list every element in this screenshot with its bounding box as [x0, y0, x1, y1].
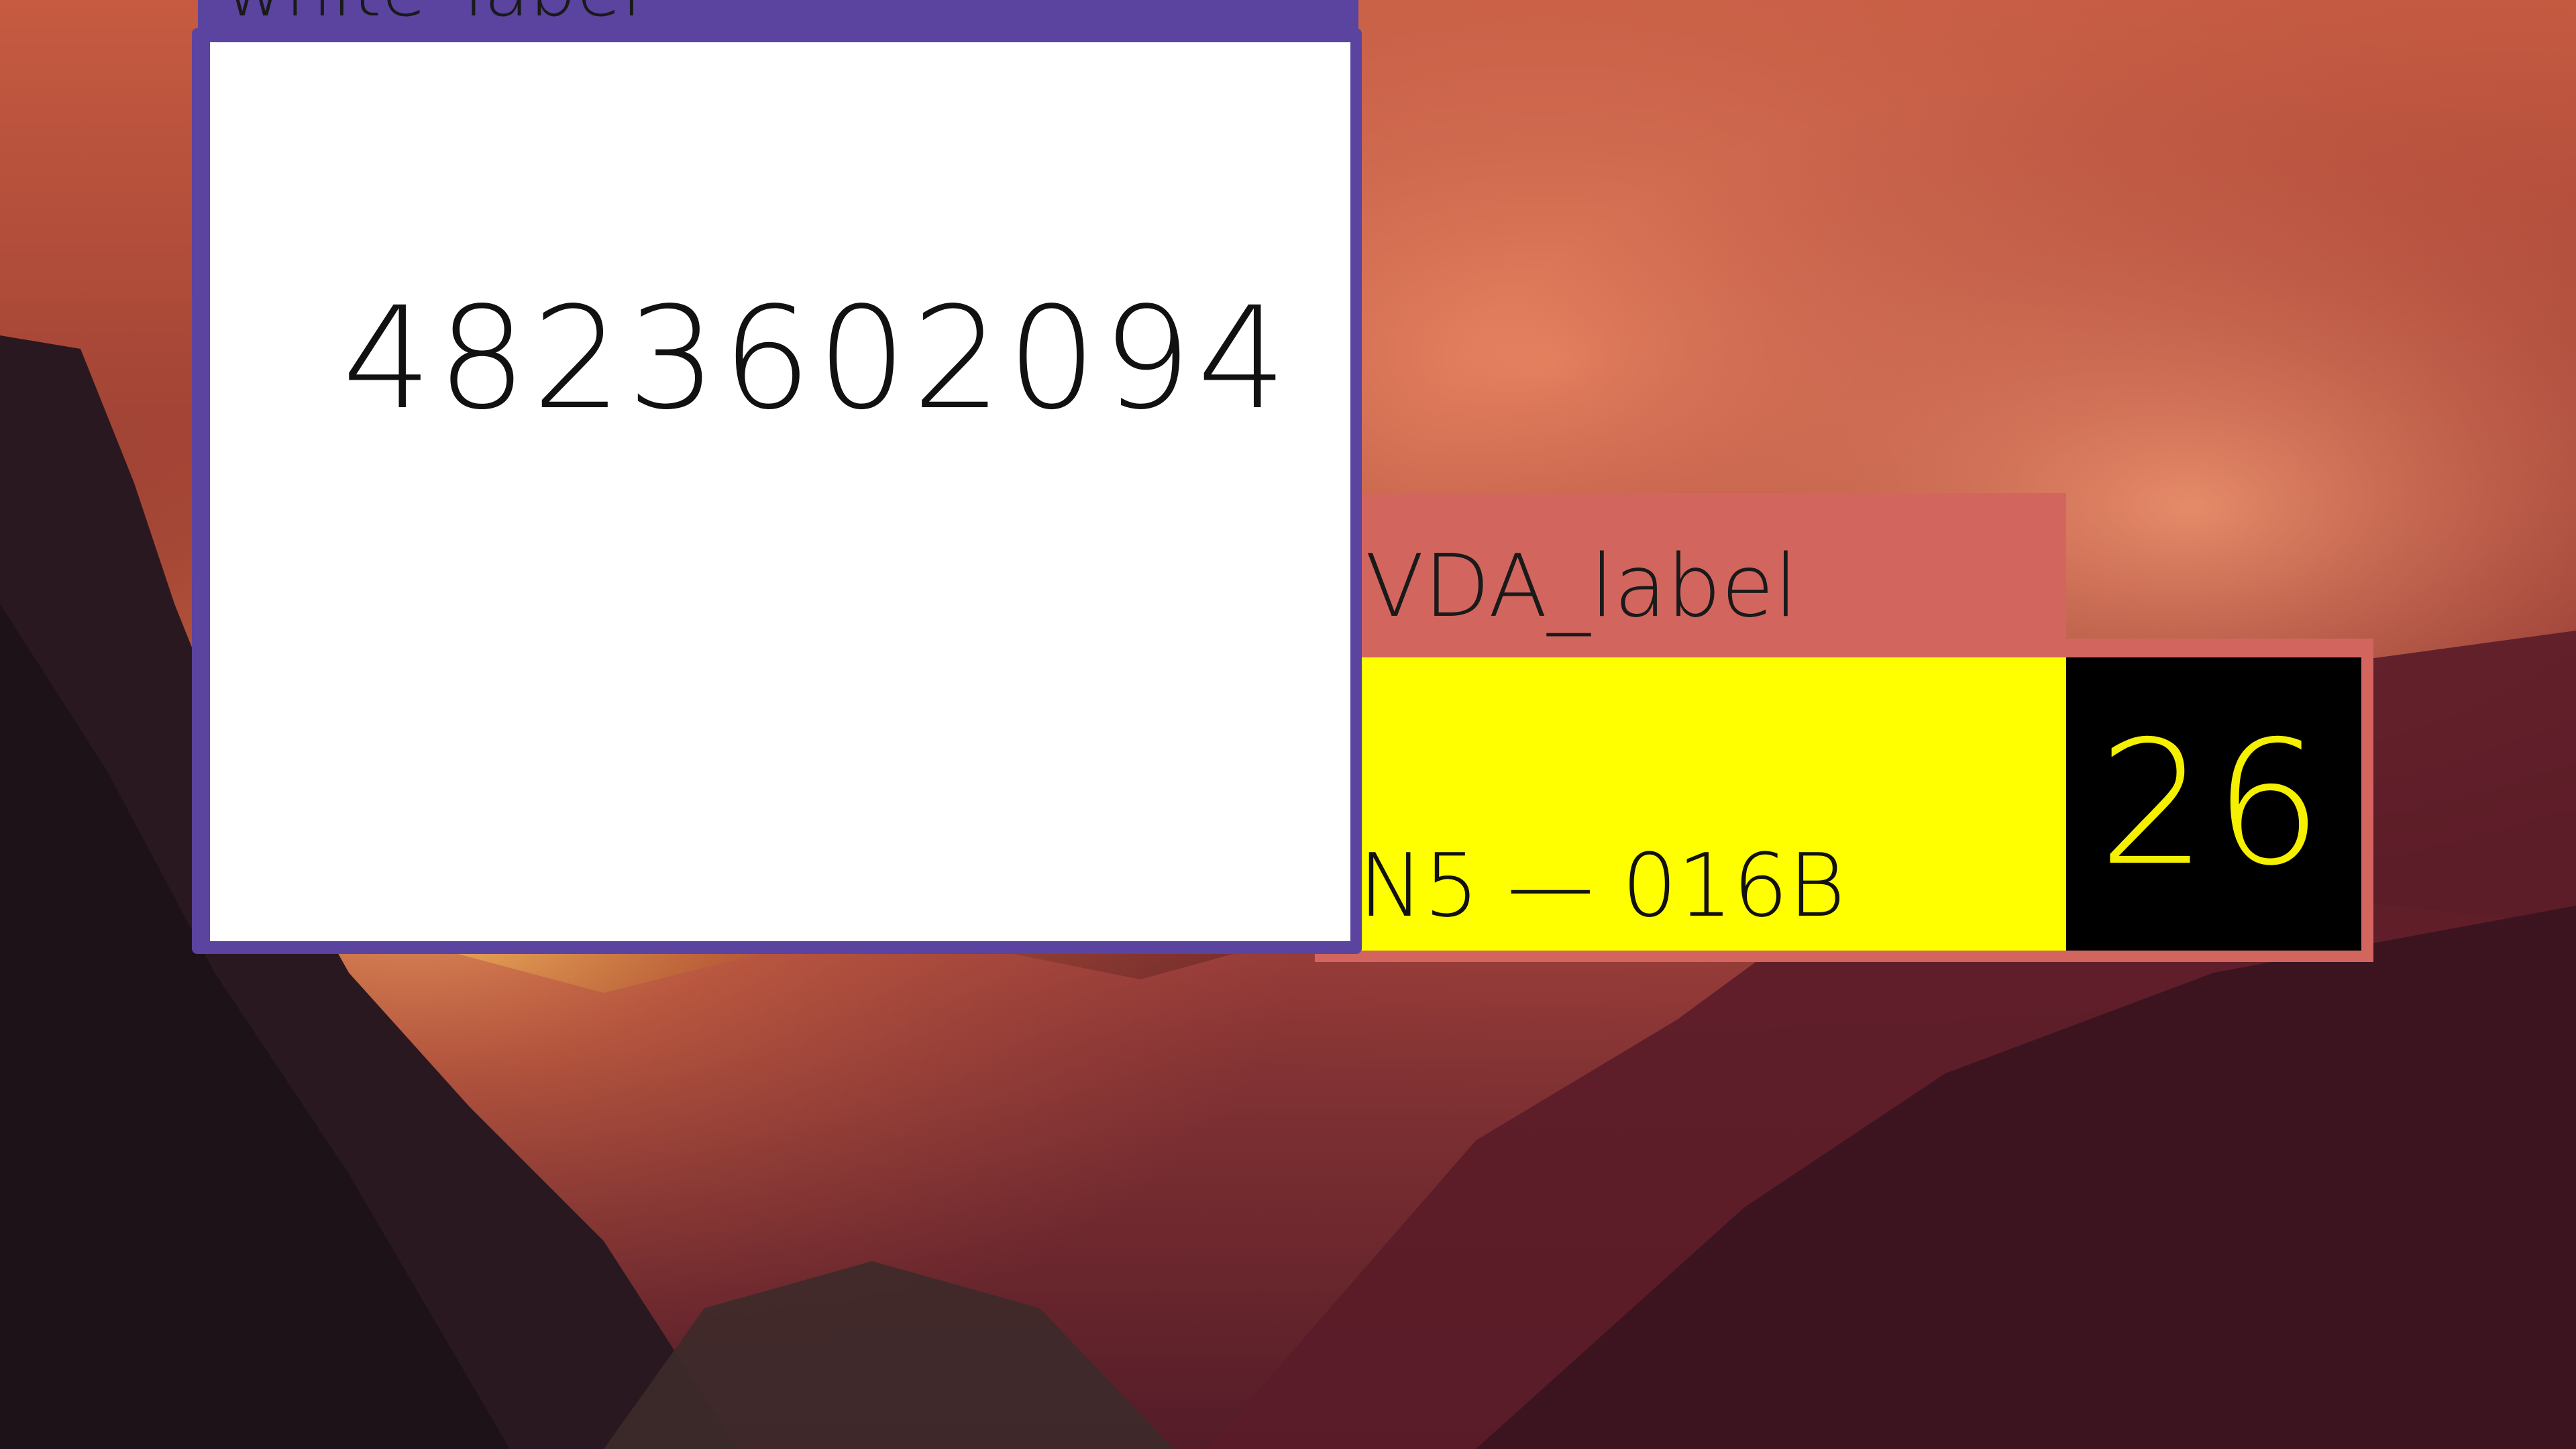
vda-label-code-panel: N5 — 016B	[1318, 657, 2066, 951]
vda-label-code: N5 — 016B	[1358, 835, 1845, 936]
white-label-content	[210, 42, 1350, 941]
vda-label-title: VDA_label	[1365, 537, 1798, 637]
vda-label-number-panel: 26	[2066, 657, 2361, 951]
vda-label-number: 26	[2098, 704, 2330, 904]
white-label-value: 4823602094	[342, 276, 1293, 441]
white-label-title: white_label	[225, 0, 642, 27]
